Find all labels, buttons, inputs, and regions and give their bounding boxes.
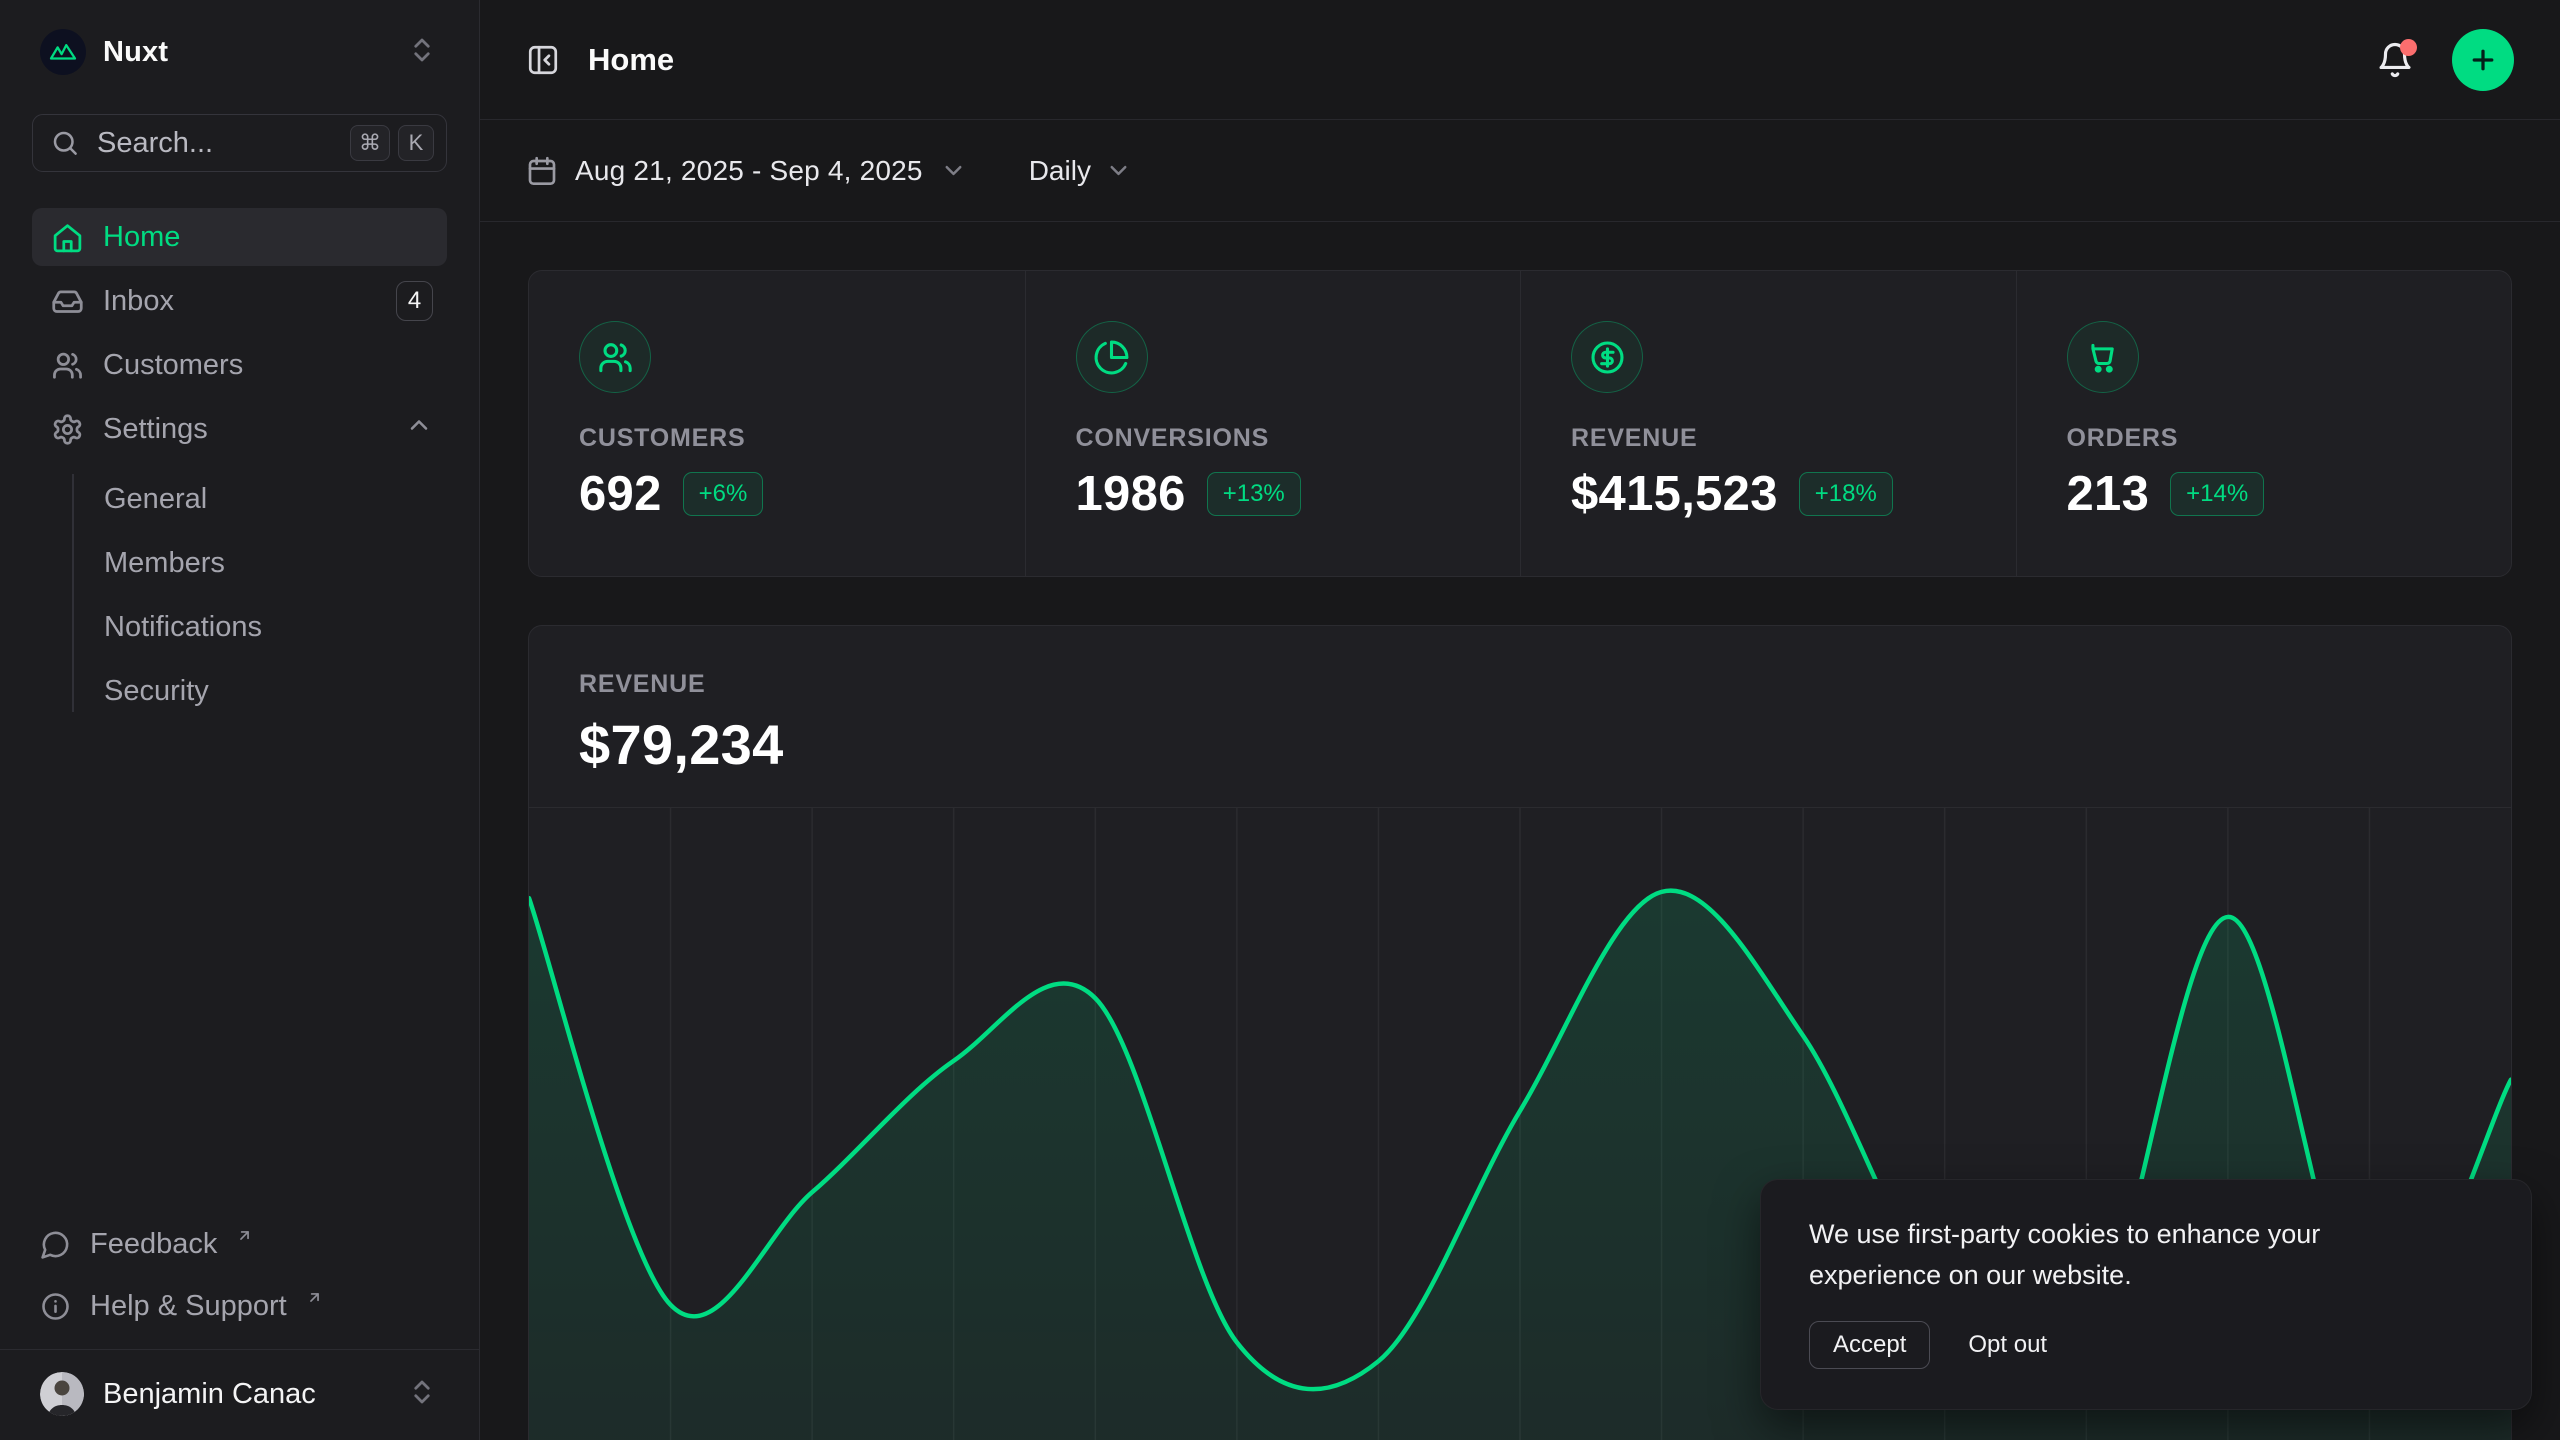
page-title: Home: [588, 42, 674, 78]
search-kbd-group: ⌘ K: [350, 125, 434, 161]
panel-left-close-icon: [526, 43, 560, 77]
gear-icon: [51, 413, 84, 446]
stat-value: 692: [579, 466, 662, 522]
user-name: Benjamin Canac: [103, 1378, 316, 1411]
info-circle-icon: [40, 1291, 71, 1322]
stat-value: 1986: [1076, 466, 1186, 522]
users-icon: [51, 349, 84, 382]
cart-icon: [2067, 321, 2139, 393]
sidebar-item-label: Home: [103, 221, 180, 254]
speech-bubble-icon: [40, 1229, 71, 1260]
chevrons-up-down-icon: [407, 1377, 437, 1412]
granularity-value: Daily: [1029, 155, 1091, 187]
notification-dot: [2400, 39, 2417, 56]
sidebar-item-label: Customers: [103, 349, 243, 382]
stats-card: CUSTOMERS 692 +6% CONVERSIONS: [528, 270, 2512, 577]
sidebar-item-settings[interactable]: Settings: [32, 400, 447, 458]
sidebar-item-label: Settings: [103, 413, 208, 446]
topbar-actions: [2376, 29, 2514, 91]
sidebar-nav: Home Inbox 4 Customers: [32, 208, 447, 720]
dollar-circle-icon: [1571, 321, 1643, 393]
nuxt-logo-icon: [40, 29, 86, 75]
external-link-icon: [306, 1298, 323, 1315]
stat-value: $415,523: [1571, 466, 1778, 522]
stat-label: ORDERS: [2067, 424, 2512, 453]
filters-toolbar: Aug 21, 2025 - Sep 4, 2025 Daily: [480, 120, 2560, 222]
stat-delta-badge: +6%: [683, 472, 764, 516]
date-range-value: Aug 21, 2025 - Sep 4, 2025: [575, 155, 923, 187]
search-input[interactable]: Search... ⌘ K: [32, 114, 447, 172]
chevrons-up-down-icon: [407, 35, 437, 70]
chart-title: REVENUE: [529, 626, 2511, 699]
help-support-label: Help & Support: [90, 1290, 287, 1323]
inbox-icon: [51, 285, 84, 318]
stat-label: CONVERSIONS: [1076, 424, 1521, 453]
chevron-down-icon: [1105, 157, 1132, 184]
settings-subnav: General Members Notifications Security: [32, 470, 447, 720]
sidebar-item-home[interactable]: Home: [32, 208, 447, 266]
sidebar-item-security[interactable]: Security: [104, 662, 447, 720]
feedback-label: Feedback: [90, 1228, 217, 1261]
topbar: Home: [480, 0, 2560, 120]
inbox-count-badge: 4: [396, 281, 433, 321]
users-icon: [579, 321, 651, 393]
sidebar-item-notifications[interactable]: Notifications: [104, 598, 447, 656]
brand-name: Nuxt: [103, 36, 168, 69]
external-link-icon: [236, 1236, 253, 1253]
collapse-sidebar-button[interactable]: [526, 43, 560, 77]
stat-value: 213: [2067, 466, 2150, 522]
granularity-select[interactable]: Daily: [1029, 155, 1132, 187]
sidebar-item-general[interactable]: General: [104, 470, 447, 528]
help-support-link[interactable]: Help & Support: [32, 1277, 447, 1335]
kbd-cmd: ⌘: [350, 125, 390, 161]
chart-total-value: $79,234: [529, 699, 2511, 777]
stat-label: CUSTOMERS: [579, 424, 1025, 453]
notifications-button[interactable]: [2376, 41, 2414, 79]
cookie-message: We use first-party cookies to enhance yo…: [1809, 1214, 2409, 1296]
user-menu[interactable]: Benjamin Canac: [32, 1350, 447, 1440]
sidebar-footer-links: Feedback Help & Support: [32, 1215, 447, 1345]
home-icon: [51, 221, 84, 254]
chevron-down-icon: [940, 157, 967, 184]
date-range-picker[interactable]: Aug 21, 2025 - Sep 4, 2025: [526, 155, 967, 187]
sidebar-item-customers[interactable]: Customers: [32, 336, 447, 394]
avatar: [40, 1372, 84, 1416]
workspace-switcher[interactable]: Nuxt: [32, 22, 447, 82]
stat-revenue[interactable]: REVENUE $415,523 +18%: [1520, 271, 2016, 576]
pie-chart-icon: [1076, 321, 1148, 393]
sidebar-item-label: Inbox: [103, 285, 174, 318]
cookie-actions: Accept Opt out: [1809, 1321, 2483, 1369]
stat-delta-badge: +14%: [2170, 472, 2264, 516]
calendar-icon: [526, 155, 558, 187]
stat-customers[interactable]: CUSTOMERS 692 +6%: [529, 271, 1025, 576]
stat-conversions[interactable]: CONVERSIONS 1986 +13%: [1025, 271, 1521, 576]
sidebar-item-inbox[interactable]: Inbox 4: [32, 272, 447, 330]
stat-delta-badge: +13%: [1207, 472, 1301, 516]
accept-cookies-button[interactable]: Accept: [1809, 1321, 1930, 1369]
plus-icon: [2468, 45, 2498, 75]
optout-cookies-button[interactable]: Opt out: [1968, 1331, 2047, 1359]
feedback-link[interactable]: Feedback: [32, 1215, 447, 1273]
chevron-up-icon: [405, 411, 433, 447]
sidebar: Nuxt Search... ⌘ K Ho: [0, 0, 480, 1440]
sidebar-item-members[interactable]: Members: [104, 534, 447, 592]
search-icon: [50, 128, 80, 158]
stat-delta-badge: +18%: [1799, 472, 1893, 516]
cookie-banner: We use first-party cookies to enhance yo…: [1760, 1179, 2532, 1410]
search-placeholder: Search...: [97, 127, 213, 160]
stat-orders[interactable]: ORDERS 213 +14%: [2016, 271, 2512, 576]
add-button[interactable]: [2452, 29, 2514, 91]
stat-label: REVENUE: [1571, 424, 2016, 453]
sidebar-spacer: [32, 720, 447, 1215]
kbd-k: K: [398, 125, 434, 161]
